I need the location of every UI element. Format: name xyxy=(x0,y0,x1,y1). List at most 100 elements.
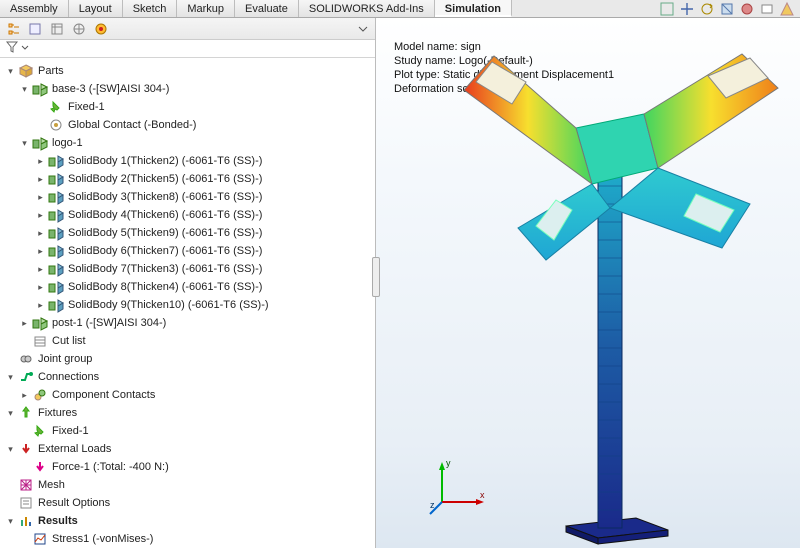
tree-row[interactable]: ▸ SolidBody 1(Thicken2) (-6061-T6 (SS)-) xyxy=(2,152,373,170)
tree-label: Global Contact (-Bonded-) xyxy=(67,119,197,131)
zoom-fit-icon[interactable] xyxy=(660,2,674,16)
tab-sketch[interactable]: Sketch xyxy=(123,0,178,17)
tree-label: SolidBody 3(Thicken8) (-6061-T6 (SS)-) xyxy=(67,191,263,203)
tree-label: Results xyxy=(37,515,79,527)
tree-row[interactable]: ▸ Component Contacts xyxy=(2,386,373,404)
tree-label: SolidBody 8(Thicken4) (-6061-T6 (SS)-) xyxy=(67,281,263,293)
expander-icon[interactable]: ▸ xyxy=(36,210,45,221)
expander-icon[interactable]: ▸ xyxy=(36,156,45,167)
expander-icon[interactable]: ▾ xyxy=(6,66,15,77)
part-icon xyxy=(33,316,47,330)
tree-row[interactable]: Joint group xyxy=(2,350,373,368)
pan-icon[interactable] xyxy=(680,2,694,16)
expander-icon[interactable]: ▸ xyxy=(36,282,45,293)
tree-row[interactable]: ▸ SolidBody 6(Thicken7) (-6061-T6 (SS)-) xyxy=(2,242,373,260)
tree-label: SolidBody 2(Thicken5) (-6061-T6 (SS)-) xyxy=(67,173,263,185)
part-icon xyxy=(33,82,47,96)
tab-evaluate[interactable]: Evaluate xyxy=(235,0,299,17)
graphics-viewport[interactable]: Model name: sign Study name: Logo(-Defau… xyxy=(376,18,800,548)
expander-icon[interactable]: ▸ xyxy=(36,228,45,239)
view-triad-icon[interactable]: y x z xyxy=(430,454,490,514)
tree-row[interactable]: ▸ SolidBody 9(Thicken10) (-6061-T6 (SS)-) xyxy=(2,296,373,314)
tree-label: post-1 (-[SW]AISI 304-) xyxy=(51,317,167,329)
contact-icon xyxy=(49,118,63,132)
tree-label: SolidBody 1(Thicken2) (-6061-T6 (SS)-) xyxy=(67,155,263,167)
tree-label: Parts xyxy=(37,65,65,77)
rotate-icon[interactable] xyxy=(700,2,714,16)
body-icon xyxy=(49,280,63,294)
tree-row[interactable]: ▾ Results xyxy=(2,512,373,530)
scene-icon[interactable] xyxy=(780,2,794,16)
tree-row[interactable]: Cut list xyxy=(2,332,373,350)
tree-label: External Loads xyxy=(37,443,112,455)
tree-label: SolidBody 9(Thicken10) (-6061-T6 (SS)-) xyxy=(67,299,270,311)
fix-icon xyxy=(49,100,63,114)
tree-row[interactable]: Result Options xyxy=(2,494,373,512)
expander-icon[interactable]: ▾ xyxy=(20,84,29,95)
tree-row[interactable]: Fixed-1 xyxy=(2,422,373,440)
sketch-icon[interactable] xyxy=(72,22,86,36)
mesh-icon xyxy=(19,478,33,492)
tree-row[interactable]: ▾Connections xyxy=(2,368,373,386)
tree-row[interactable]: ▸SolidBody 4(Thicken6) (-6061-T6 (SS)-) xyxy=(2,206,373,224)
tree-row[interactable]: Stress1 (-vonMises-) xyxy=(2,530,373,548)
expander-icon[interactable]: ▸ xyxy=(36,246,45,257)
display-icon[interactable] xyxy=(760,2,774,16)
tree-row[interactable]: ▸SolidBody 5(Thicken9) (-6061-T6 (SS)-) xyxy=(2,224,373,242)
tree-label: Mesh xyxy=(37,479,66,491)
body-icon xyxy=(49,208,63,222)
study-tree[interactable]: ▾ Parts ▾ base-3 (-[SW]AISI 304-) Fixed-1 Glo… xyxy=(0,58,375,548)
conn-icon xyxy=(19,370,33,384)
tree-row[interactable]: ▸SolidBody 7(Thicken3) (-6061-T6 (SS)-) xyxy=(2,260,373,278)
tree-row[interactable]: ▾ Parts xyxy=(2,62,373,80)
tree-label: logo-1 xyxy=(51,137,84,149)
display-state-icon[interactable] xyxy=(28,22,42,36)
expander-icon[interactable]: ▸ xyxy=(20,390,29,401)
expander-icon[interactable]: ▸ xyxy=(36,192,45,203)
tree-label: base-3 (-[SW]AISI 304-) xyxy=(51,83,170,95)
section-icon[interactable] xyxy=(720,2,734,16)
expander-icon[interactable]: ▾ xyxy=(6,444,15,455)
tab-layout[interactable]: Layout xyxy=(69,0,123,17)
tree-row[interactable]: ▸ SolidBody 8(Thicken4) (-6061-T6 (SS)-) xyxy=(2,278,373,296)
feature-tree-icon[interactable] xyxy=(6,22,20,36)
tree-row[interactable]: ▸ SolidBody 2(Thicken5) (-6061-T6 (SS)-) xyxy=(2,170,373,188)
expander-icon[interactable]: ▸ xyxy=(36,300,45,311)
tab-assembly[interactable]: Assembly xyxy=(0,0,69,17)
tree-label: Result Options xyxy=(37,497,111,509)
tree-label: SolidBody 6(Thicken7) (-6061-T6 (SS)-) xyxy=(67,245,263,257)
tree-row[interactable]: ▾ External Loads xyxy=(2,440,373,458)
body-icon xyxy=(49,262,63,276)
chevron-down-icon xyxy=(21,43,29,55)
tree-label: Joint group xyxy=(37,353,93,365)
study-icon[interactable] xyxy=(94,22,108,36)
tree-row[interactable]: ▾ base-3 (-[SW]AISI 304-) xyxy=(2,80,373,98)
property-icon[interactable] xyxy=(50,22,64,36)
expander-icon[interactable]: ▾ xyxy=(6,408,15,419)
filter-bar[interactable] xyxy=(0,40,375,58)
expander-icon[interactable]: ▸ xyxy=(36,174,45,185)
expander-icon[interactable]: ▸ xyxy=(36,264,45,275)
expander-icon[interactable]: ▾ xyxy=(20,138,29,149)
tab-addins[interactable]: SOLIDWORKS Add-Ins xyxy=(299,0,435,17)
tab-markup[interactable]: Markup xyxy=(177,0,235,17)
tree-row[interactable]: Mesh xyxy=(2,476,373,494)
tree-label: Component Contacts xyxy=(51,389,156,401)
tree-row[interactable]: ▸ post-1 (-[SW]AISI 304-) xyxy=(2,314,373,332)
tree-row[interactable]: ▾ logo-1 xyxy=(2,134,373,152)
load-icon xyxy=(19,442,33,456)
appearance-icon[interactable] xyxy=(740,2,754,16)
svg-text:z: z xyxy=(430,500,435,510)
expander-icon[interactable]: ▸ xyxy=(20,318,29,329)
tree-row[interactable]: Global Contact (-Bonded-) xyxy=(2,116,373,134)
tree-row[interactable]: ▾Fixtures xyxy=(2,404,373,422)
tree-label: Force-1 (:Total: -400 N:) xyxy=(51,461,170,473)
expander-icon[interactable]: ▾ xyxy=(6,372,15,383)
panel-menu-icon[interactable] xyxy=(357,23,369,35)
tab-simulation[interactable]: Simulation xyxy=(435,0,512,17)
expander-icon[interactable]: ▾ xyxy=(6,516,15,527)
tree-row[interactable]: ▸ SolidBody 3(Thicken8) (-6061-T6 (SS)-) xyxy=(2,188,373,206)
tree-row[interactable]: Fixed-1 xyxy=(2,98,373,116)
opts-icon xyxy=(19,496,33,510)
tree-row[interactable]: Force-1 (:Total: -400 N:) xyxy=(2,458,373,476)
